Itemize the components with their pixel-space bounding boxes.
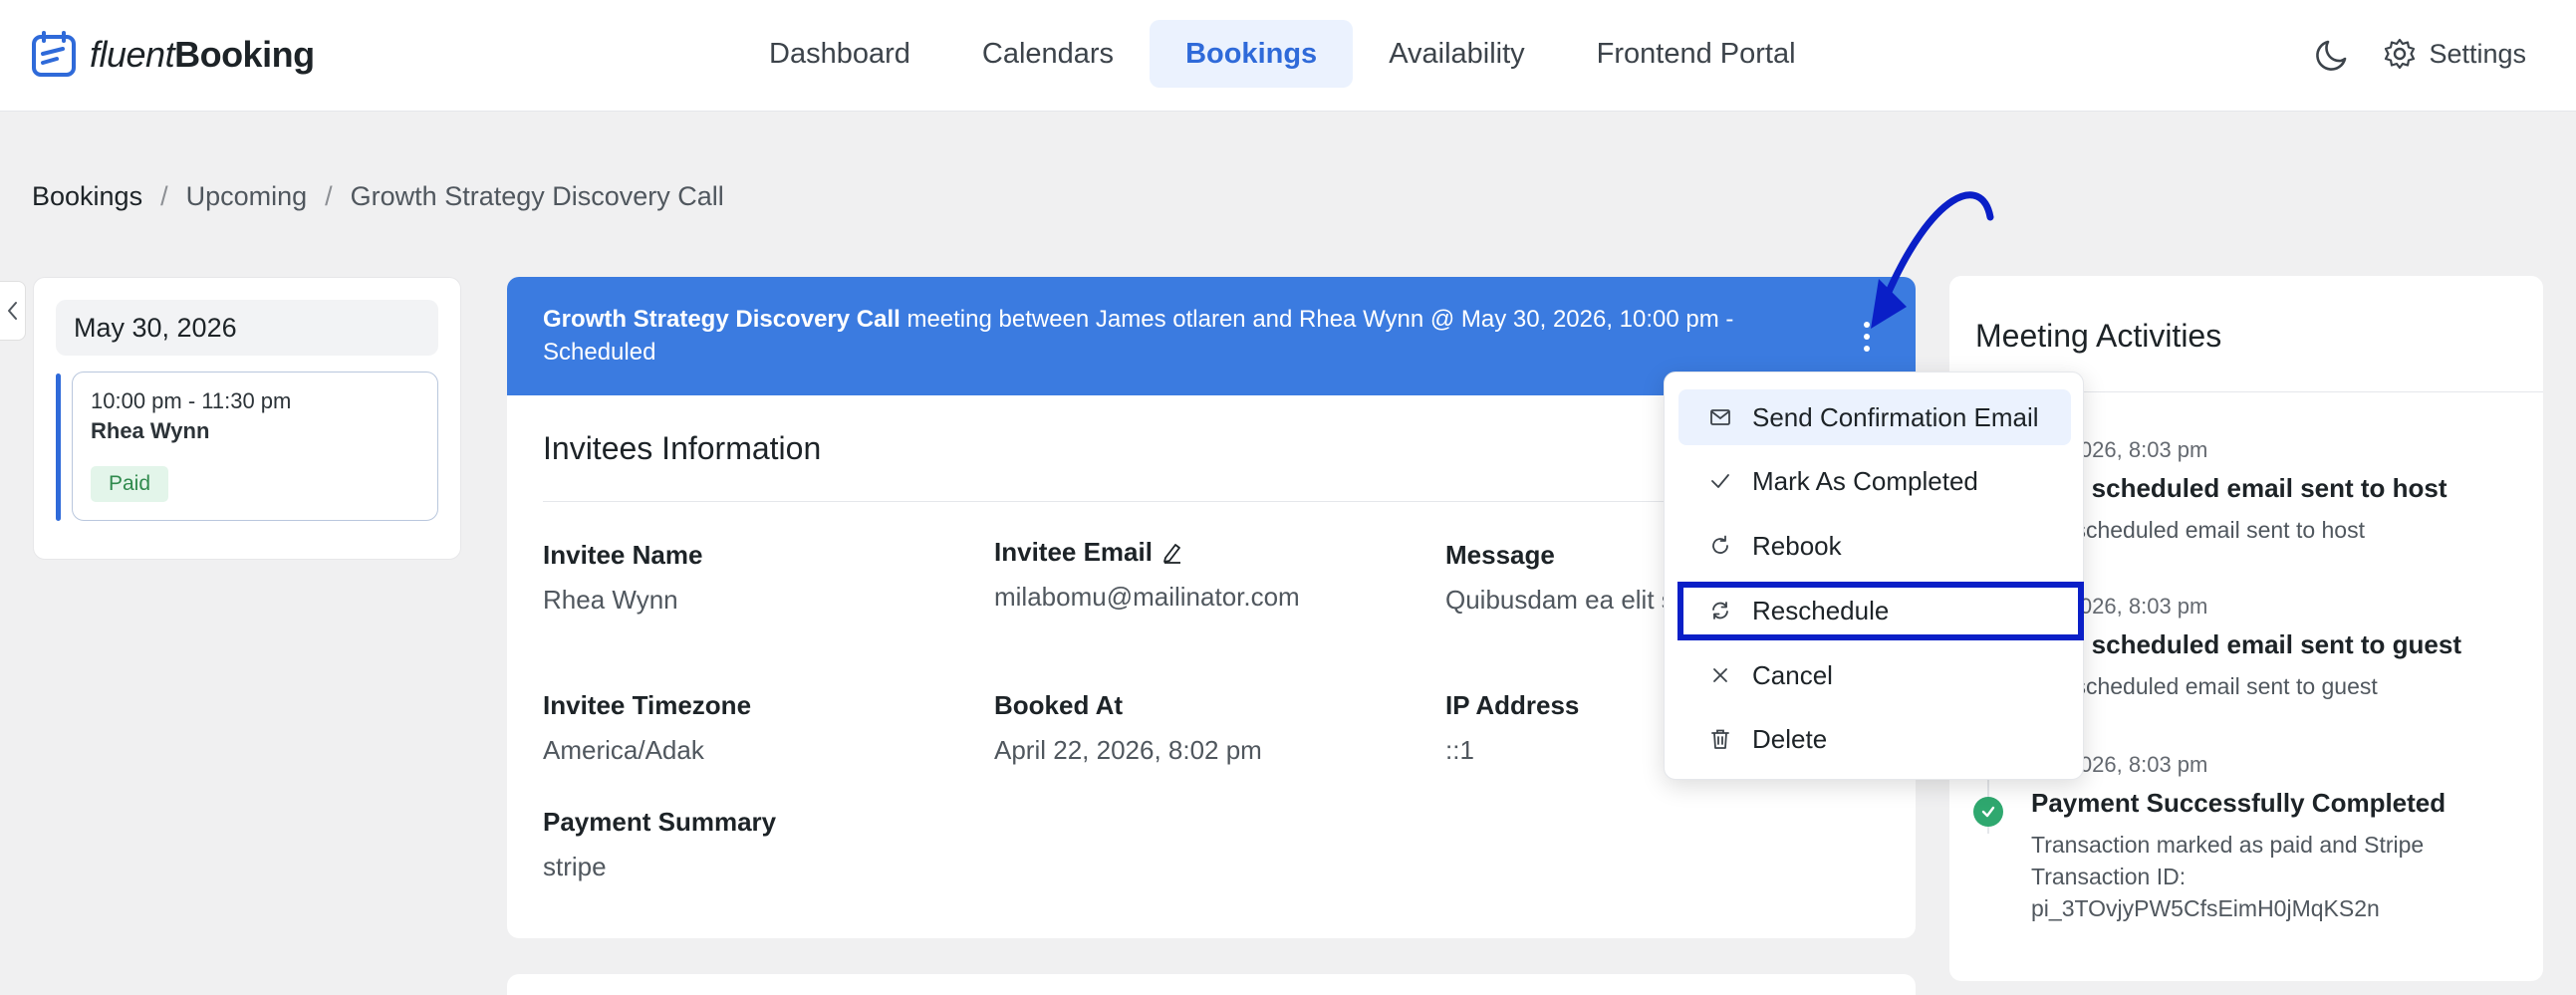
breadcrumb-upcoming[interactable]: Upcoming <box>186 181 308 212</box>
field-value: Rhea Wynn <box>543 585 678 615</box>
chevron-left-icon <box>7 302 17 320</box>
booking-slot-card[interactable]: 10:00 pm - 11:30 pm Rhea Wynn Paid <box>72 372 438 521</box>
field-value: ::1 <box>1445 735 1474 765</box>
menu-item-label: Rebook <box>1752 530 1842 561</box>
check-icon <box>1981 806 1995 818</box>
breadcrumb-current: Growth Strategy Discovery Call <box>350 181 724 211</box>
breadcrumb-separator: / <box>325 181 333 211</box>
field-label: Invitee Email <box>994 537 1153 567</box>
activity-detail: ting scheduled email sent to guest <box>2031 673 2378 699</box>
close-icon <box>1713 668 1727 682</box>
menu-item-label: Delete <box>1752 723 1828 754</box>
booking-title: Growth Strategy Discovery Call <box>543 306 901 333</box>
nav-dashboard[interactable]: Dashboard <box>733 20 946 88</box>
field-invitee-name: Invitee Name Rhea Wynn <box>543 540 702 616</box>
logo-icon <box>32 31 76 77</box>
activity-item: 22, 2026, 8:03 pm king scheduled email s… <box>2031 437 2529 546</box>
settings-label: Settings <box>2429 38 2526 69</box>
activity-heading: king scheduled email sent to host <box>2031 473 2447 503</box>
field-label: Invitee Timezone <box>543 690 752 720</box>
field-value: America/Adak <box>543 735 704 765</box>
field-label: Invitee Name <box>543 540 703 570</box>
menu-item-rebook[interactable]: Rebook <box>1678 518 2071 574</box>
edit-icon[interactable] <box>1160 541 1184 565</box>
nav-calendars[interactable]: Calendars <box>946 20 1150 88</box>
field-value: April 22, 2026, 8:02 pm <box>994 735 1262 765</box>
gear-icon <box>2385 38 2416 70</box>
nav-frontend-portal[interactable]: Frontend Portal <box>1561 20 1832 88</box>
actions-dropdown-menu: Send Confirmation Email Mark As Complete… <box>1664 372 2084 780</box>
field-label: Payment Summary <box>543 807 777 837</box>
section-title: Invitees Information <box>543 430 822 466</box>
logo-text-bold: Booking <box>174 34 315 75</box>
logo-text-light: fluent <box>90 34 175 75</box>
field-invitee-email: Invitee Email milabomu@mailinator.com <box>994 537 1300 613</box>
menu-item-delete[interactable]: Delete <box>1678 711 2071 767</box>
field-value: Quibusdam ea elit s <box>1445 585 1674 615</box>
activity-heading: Payment Successfully Completed <box>2031 788 2447 818</box>
field-label: Booked At <box>994 690 1124 720</box>
slot-invitee-name: Rhea Wynn <box>91 418 210 443</box>
field-label: Message <box>1445 540 1555 570</box>
breadcrumb: Bookings / Upcoming / Growth Strategy Di… <box>32 181 724 212</box>
success-check-icon <box>1973 797 2003 827</box>
field-booked-at: Booked At April 22, 2026, 8:02 pm <box>994 690 1262 766</box>
top-navbar: fluentBooking Dashboard Calendars Bookin… <box>0 0 2576 112</box>
field-payment-summary: Payment Summary stripe <box>543 807 776 882</box>
menu-item-cancel[interactable]: Cancel <box>1678 647 2071 703</box>
menu-item-mark-as-completed[interactable]: Mark As Completed <box>1678 453 2071 509</box>
activity-item: 22, 2026, 8:03 pm king scheduled email s… <box>2031 594 2529 702</box>
menu-item-label: Send Confirmation Email <box>1752 401 2039 432</box>
logo-text: fluentBooking <box>90 34 315 76</box>
field-label-row: Invitee Email <box>994 537 1300 568</box>
slot-time: 10:00 pm - 11:30 pm <box>91 388 292 413</box>
check-icon <box>1711 474 1729 488</box>
activity-time: 22, 2026, 8:03 pm <box>2031 752 2208 777</box>
sidebar-collapse-button[interactable] <box>0 281 26 341</box>
menu-item-label: Mark As Completed <box>1752 465 1978 496</box>
main-nav: Dashboard Calendars Bookings Availabilit… <box>733 20 1832 88</box>
activity-item: 22, 2026, 8:03 pm Payment Successfully C… <box>2031 752 2529 924</box>
settings-button[interactable]: Settings <box>2383 37 2526 71</box>
secondary-card <box>507 974 1916 995</box>
activities-title: Meeting Activities <box>1975 318 2222 354</box>
menu-item-label: Cancel <box>1752 659 1833 690</box>
refresh-icon <box>1712 535 1728 554</box>
selected-indicator <box>56 373 61 521</box>
breadcrumb-bookings[interactable]: Bookings <box>32 181 142 212</box>
activity-heading: king scheduled email sent to guest <box>2031 629 2461 659</box>
activity-time: 22, 2026, 8:03 pm <box>2031 437 2208 462</box>
activity-time: 22, 2026, 8:03 pm <box>2031 594 2208 619</box>
date-header: May 30, 2026 <box>56 300 438 356</box>
booking-list-panel: May 30, 2026 10:00 pm - 11:30 pm Rhea Wy… <box>33 277 461 560</box>
mail-icon <box>1710 409 1730 425</box>
annotation-arrow-icon <box>1871 191 1994 329</box>
nav-availability[interactable]: Availability <box>1353 20 1560 88</box>
trash-icon <box>1711 729 1729 749</box>
moon-icon[interactable] <box>2313 34 2353 74</box>
field-message: Message Quibusdam ea elit s <box>1445 540 1674 616</box>
field-invitee-timezone: Invitee Timezone America/Adak <box>543 690 751 766</box>
breadcrumb-separator: / <box>160 181 168 211</box>
app-logo[interactable]: fluentBooking <box>30 28 315 82</box>
reschedule-highlight-box <box>1677 582 2084 640</box>
top-right-actions: Settings <box>2313 32 2526 76</box>
field-value: milabomu@mailinator.com <box>994 582 1300 612</box>
kebab-dot <box>1864 346 1870 352</box>
menu-item-send-confirmation-email[interactable]: Send Confirmation Email <box>1678 389 2071 445</box>
field-value: stripe <box>543 852 607 881</box>
field-ip-address: IP Address ::1 <box>1445 690 1579 766</box>
activity-detail: ting scheduled email sent to host <box>2031 517 2365 543</box>
nav-bookings[interactable]: Bookings <box>1150 20 1354 88</box>
status-badge: Paid <box>91 466 169 502</box>
activity-detail: Transaction marked as paid and Stripe Tr… <box>2031 832 2425 921</box>
field-label: IP Address <box>1445 690 1580 720</box>
